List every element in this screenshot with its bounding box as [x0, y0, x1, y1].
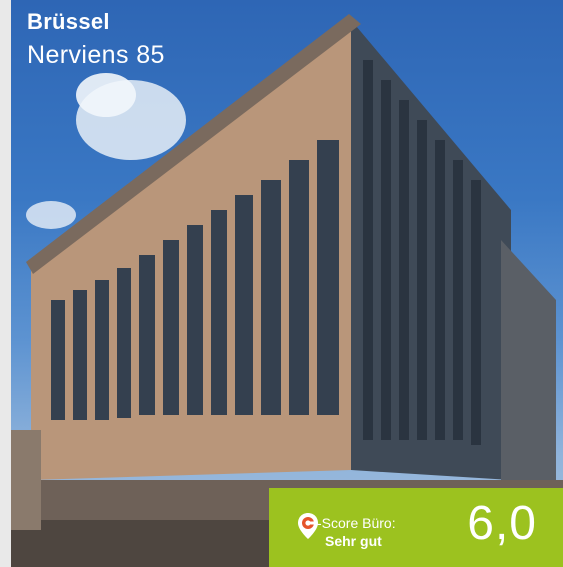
left-border — [0, 0, 11, 567]
score-badge: -Score Büro: Sehr gut 6,0 — [269, 488, 563, 567]
score-label: -Score Büro: — [317, 515, 396, 531]
score-rating: Sehr gut — [325, 533, 382, 549]
score-value: 6,0 — [467, 497, 537, 550]
building-photo — [11, 0, 563, 567]
address-subtitle: Nerviens 85 — [27, 41, 165, 69]
building-illustration — [11, 14, 563, 567]
location-pin-icon — [298, 513, 318, 539]
city-title: Brüssel — [27, 9, 110, 34]
